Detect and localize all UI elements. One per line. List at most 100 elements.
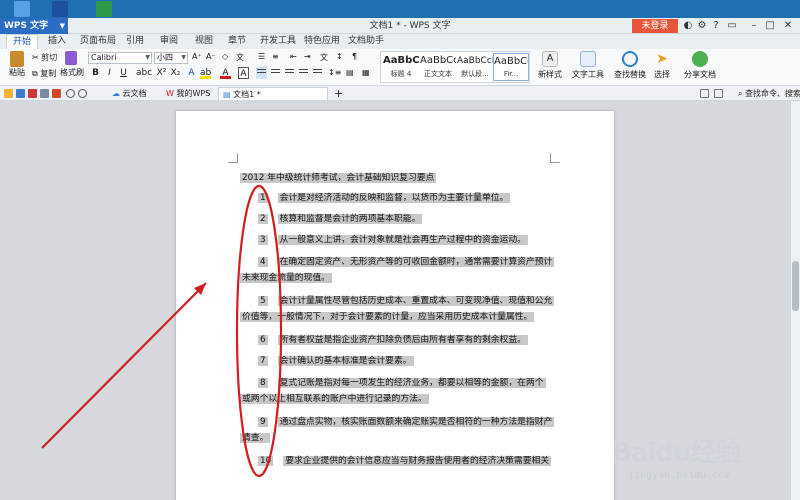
doc-icon: ▤ xyxy=(223,90,231,99)
login-button[interactable]: 未登录 xyxy=(632,19,678,33)
grow-font-button[interactable]: A⁺ xyxy=(192,52,202,61)
strikethrough-button[interactable]: abc xyxy=(136,67,152,79)
layout-icon[interactable]: ▭ xyxy=(726,19,738,33)
paste-label: 粘贴 xyxy=(9,68,25,77)
line-spacing-icon[interactable]: ↕≡ xyxy=(328,68,341,77)
desktop-app-icon-2[interactable] xyxy=(52,1,68,17)
selected-text: 会计是对经济活动的反映和监督，以货币为主要计量单位。 xyxy=(277,193,511,203)
bullets-icon[interactable]: ☰ xyxy=(258,52,265,61)
command-search[interactable]: ⌕ 查找命令、搜索模板 xyxy=(738,87,800,100)
italic-button[interactable]: I xyxy=(104,67,115,79)
show-marks-icon[interactable]: ¶ xyxy=(352,52,357,61)
tab-doc-assistant[interactable]: 文档助手 xyxy=(348,34,384,49)
scissors-icon: ✂ xyxy=(32,53,39,62)
new-doc-icon[interactable] xyxy=(4,89,13,98)
list-number: 7 xyxy=(258,356,268,366)
format-painter-button[interactable]: 格式刷 xyxy=(60,51,84,78)
style-first[interactable]: AaBbCc Fir... xyxy=(493,53,529,81)
document1-tab[interactable]: ▤ 文档1 * xyxy=(218,87,328,100)
list-item: 7 会计确认的基本标准是会计要素。 xyxy=(240,354,414,368)
minimize-button[interactable]: – xyxy=(748,19,760,33)
subscript-button[interactable]: X₂ xyxy=(170,67,181,79)
tab-home[interactable]: 开始 xyxy=(6,34,39,49)
undo-icon[interactable] xyxy=(66,89,75,98)
style-body-text[interactable]: AaBbCc 正文文本 xyxy=(420,53,456,81)
tab-developer[interactable]: 开发工具 xyxy=(260,34,296,49)
underline-button[interactable]: U xyxy=(118,67,129,79)
decrease-indent-icon[interactable]: ⇤ xyxy=(290,52,297,61)
distribute-button[interactable] xyxy=(312,67,323,79)
settings-icon[interactable]: ⚙ xyxy=(696,19,708,33)
font-color-button[interactable]: A xyxy=(220,67,231,79)
redo-icon[interactable] xyxy=(78,89,87,98)
justify-button[interactable] xyxy=(298,67,309,79)
scrollbar-thumb[interactable] xyxy=(792,261,799,311)
border-icon[interactable]: ▦ xyxy=(362,68,370,77)
paste-button[interactable]: 粘贴 xyxy=(6,51,28,78)
numbering-icon[interactable]: ≡ xyxy=(272,52,279,61)
print-preview-icon[interactable] xyxy=(28,89,37,98)
paste-icon xyxy=(10,51,24,67)
print-icon[interactable] xyxy=(40,89,49,98)
clear-format-icon[interactable]: ◇ xyxy=(222,52,228,61)
font-name-select[interactable]: Calibri ▼ xyxy=(88,52,152,64)
tab-chapter[interactable]: 章节 xyxy=(228,34,246,49)
style-label: Fir... xyxy=(503,70,519,78)
list-item: 5 会计计量属性尽管包括历史成本、重置成本、可变现净值、现值和公允 xyxy=(240,294,555,308)
sort-icon[interactable]: ↕ xyxy=(336,52,343,61)
phonetic-icon[interactable]: 文 xyxy=(236,52,244,63)
cloud-icon: ☁ xyxy=(112,89,120,98)
wps-app-menu-button[interactable]: WPS 文字 ▼ xyxy=(0,18,68,34)
select-button[interactable]: ➤ 选择 xyxy=(642,51,682,80)
copy-button[interactable]: ⧉ 复制 xyxy=(32,68,56,79)
skin-icon[interactable]: ◐ xyxy=(682,19,694,33)
highlight-button[interactable]: ab xyxy=(200,67,211,79)
text-tools-button[interactable]: 文字工具 xyxy=(568,51,608,80)
document1-label: 文档1 * xyxy=(233,90,261,99)
maximize-button[interactable]: □ xyxy=(764,19,776,33)
style-heading-4[interactable]: AaBbC 标题 4 xyxy=(383,53,419,81)
style-gallery: AaBbC 标题 4 AaBbCc 正文文本 AaBbCcD 默认段... Aa… xyxy=(380,51,530,83)
tab-references[interactable]: 引用 xyxy=(126,34,144,49)
selected-text: 所有者权益是指企业资产扣除负债后由所有者享有的剩余权益。 xyxy=(277,335,528,345)
new-tab-button[interactable]: + xyxy=(330,87,347,100)
chevron-down-icon: ▼ xyxy=(59,22,65,30)
document-page[interactable]: 2012 年中级统计师考试，会计基础知识复习要点 1 会计是对经济活动的反映和监督，… xyxy=(176,111,614,500)
shrink-font-button[interactable]: A⁻ xyxy=(206,52,216,61)
vertical-scrollbar[interactable] xyxy=(790,101,800,500)
desktop-app-icon-1[interactable] xyxy=(14,1,30,17)
cut-button[interactable]: ✂ 剪切 xyxy=(32,52,57,63)
align-center-button[interactable] xyxy=(270,67,281,79)
style-default-paragraph[interactable]: AaBbCcD 默认段... xyxy=(457,53,493,81)
my-wps-tab[interactable]: W 我的WPS xyxy=(162,87,214,100)
align-left-button[interactable] xyxy=(256,67,267,79)
cursor-icon: ➤ xyxy=(656,51,668,67)
tab-review[interactable]: 审阅 xyxy=(160,34,178,49)
tab-view[interactable]: 视图 xyxy=(195,34,213,49)
chinese-layout-icon[interactable]: 文 xyxy=(320,52,328,63)
char-border-button[interactable]: A xyxy=(238,67,249,79)
superscript-button[interactable]: X² xyxy=(156,67,167,79)
tab-insert[interactable]: 插入 xyxy=(48,34,66,49)
tab-special[interactable]: 特色应用 xyxy=(304,34,340,49)
align-right-button[interactable] xyxy=(284,67,295,79)
title-bar: WPS 文字 ▼ 文档1 * - WPS 文字 未登录 ◐ ⚙ ? ▭ – □ … xyxy=(0,18,800,34)
font-size-select[interactable]: 小四 ▼ xyxy=(154,52,188,64)
tab-page-layout[interactable]: 页面布局 xyxy=(80,34,116,49)
save-icon[interactable] xyxy=(16,89,25,98)
bold-button[interactable]: B xyxy=(90,67,101,79)
increase-indent-icon[interactable]: ⇥ xyxy=(304,52,311,61)
new-style-button[interactable]: A 新样式 xyxy=(530,51,570,80)
desktop-app-icon-3[interactable] xyxy=(96,1,112,17)
dropdown-icon[interactable] xyxy=(714,89,723,98)
list-item-continuation: 或两个以上相互联系的账户中进行记录的方法。 xyxy=(240,392,429,406)
close-button[interactable]: ✕ xyxy=(782,19,794,33)
export-pdf-icon[interactable] xyxy=(52,89,61,98)
shading-icon[interactable]: ▤ xyxy=(346,68,354,77)
help-icon[interactable]: ? xyxy=(710,19,722,33)
cloud-docs-tab[interactable]: ☁ 云文档 xyxy=(108,87,151,100)
pin-icon[interactable] xyxy=(700,89,709,98)
text-effect-button[interactable]: A xyxy=(186,67,197,79)
share-doc-button[interactable]: 分享文档 xyxy=(680,51,720,80)
list-number: 10 xyxy=(258,456,274,466)
